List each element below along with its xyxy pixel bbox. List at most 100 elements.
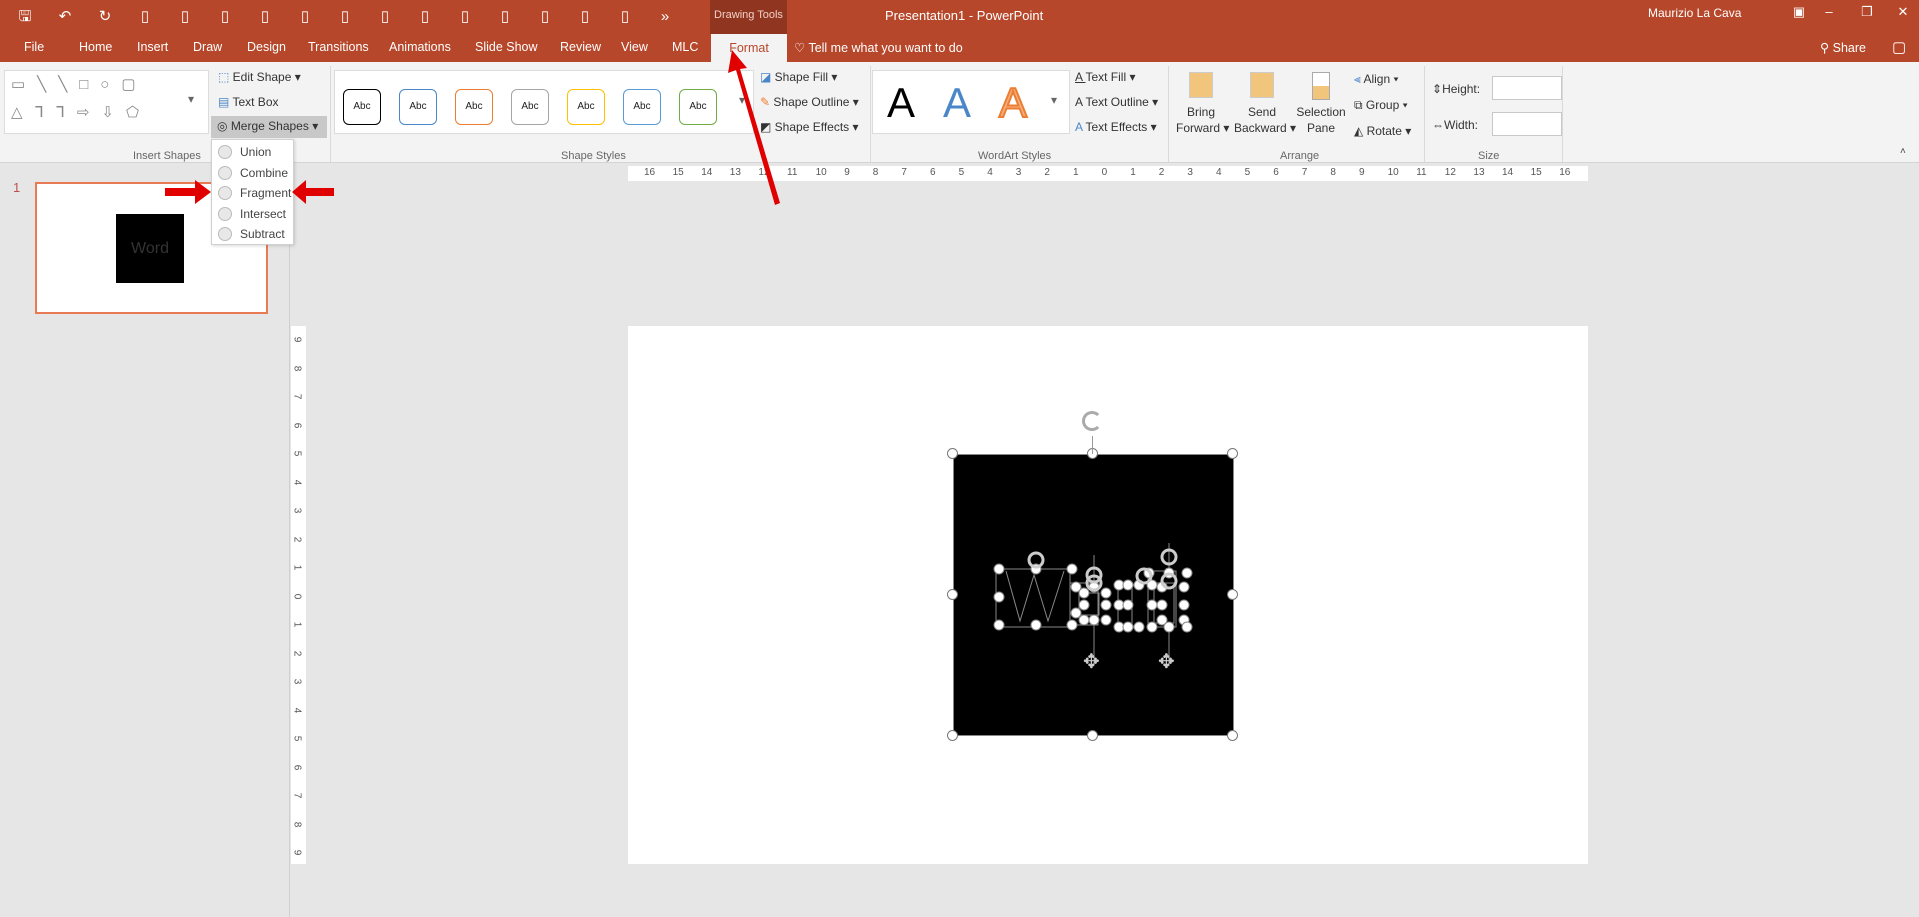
edit-shape-button[interactable]: ⬚ Edit Shape ▾ [218,70,301,84]
bring-front-icon[interactable]: ▯ [492,6,518,28]
edit-point-handle[interactable] [1100,599,1112,611]
gallery-more-icon[interactable]: ▾ [1051,93,1057,107]
edit-point-handle[interactable] [1100,587,1112,599]
edit-point-handle[interactable] [993,619,1005,631]
align-center-icon[interactable]: ▯ [412,6,438,28]
shape-style-swatch[interactable]: Abc [567,89,605,125]
wordart-sample[interactable]: A [943,79,971,127]
selected-black-square-shape[interactable]: ✥ ✥ [953,454,1234,736]
shape-outline-button[interactable]: ✎ Shape Outline ▾ [760,95,859,109]
tab-home[interactable]: Home [79,40,112,54]
edit-point-handle[interactable] [1122,599,1134,611]
tab-file[interactable]: File [24,40,44,54]
menu-item-union[interactable]: Union [212,142,293,162]
tab-slide-show[interactable]: Slide Show [475,40,538,54]
align-top-icon[interactable]: ▯ [332,6,358,28]
edit-point-handle[interactable] [1066,563,1078,575]
edit-point-handle[interactable] [1181,567,1193,579]
shape-style-swatch[interactable]: Abc [623,89,661,125]
gallery-more-icon[interactable]: ▾ [739,93,745,107]
edit-point-handle[interactable] [1178,599,1190,611]
rotate-handle-icon[interactable] [1082,411,1102,431]
tab-animations[interactable]: Animations [389,40,451,54]
send-backward-icon[interactable]: ▯ [212,6,238,28]
resize-handle[interactable] [947,448,958,459]
resize-handle[interactable] [1227,730,1238,741]
shape-gallery[interactable]: ▭╲╲□○▢ △ᒣᒣ⇨⇩⬠ [4,70,209,134]
text-effects-button[interactable]: A Text Effects ▾ [1075,120,1157,134]
wordart-sample[interactable]: A [998,78,1028,127]
tell-me-search[interactable]: ♡ Tell me what you want to do [794,40,963,55]
shape-style-swatch[interactable]: Abc [343,89,381,125]
shape-style-swatch[interactable]: Abc [679,89,717,125]
edit-point-handle[interactable] [1122,621,1134,633]
edit-point-handle[interactable] [1088,614,1100,626]
shape-style-swatch[interactable]: Abc [511,89,549,125]
edit-point-handle[interactable] [993,591,1005,603]
restore-button[interactable]: ❐ [1854,4,1880,20]
tab-design[interactable]: Design [247,40,286,54]
edit-point-handle[interactable] [1070,607,1082,619]
edit-point-handle[interactable] [1133,621,1145,633]
ribbon-display-options-icon[interactable]: ▣ [1786,4,1812,20]
menu-item-subtract[interactable]: Subtract [212,224,293,244]
align-button[interactable]: ⫷ Align ▾ [1354,72,1399,87]
collapse-ribbon-icon[interactable]: ˄ [1900,146,1906,157]
shape-style-swatch[interactable]: Abc [455,89,493,125]
resize-handle[interactable] [1227,589,1238,600]
height-input[interactable] [1492,76,1562,100]
edit-point-handle[interactable] [1181,621,1193,633]
text-fill-button[interactable]: A Text Fill ▾ [1075,70,1136,84]
align-left-icon[interactable]: ▯ [252,6,278,28]
tab-transitions[interactable]: Transitions [308,40,369,54]
edit-point-handle[interactable] [1146,621,1158,633]
comments-icon[interactable]: ▢ [1892,38,1906,56]
undo-icon[interactable]: ↶ [52,6,78,28]
redo-icon[interactable]: ↻ [92,6,118,28]
edit-point-handle[interactable] [1030,619,1042,631]
shape-style-swatch[interactable]: Abc [399,89,437,125]
align-middle-icon[interactable]: ▯ [372,6,398,28]
tab-format[interactable]: Format [711,34,787,62]
fit-icon[interactable]: ▯ [572,6,598,28]
bring-forward-button[interactable]: Bring Forward ▾ [1176,72,1229,136]
shape-fill-button[interactable]: ◪ Shape Fill ▾ [760,70,837,84]
edit-point-handle[interactable] [1078,614,1090,626]
bring-forward-icon[interactable]: ▯ [172,6,198,28]
close-button[interactable]: ✕ [1890,4,1916,20]
menu-item-intersect[interactable]: Intersect [212,204,293,224]
wordart-sample[interactable]: A [887,79,915,127]
resize-handle[interactable] [1087,730,1098,741]
minimize-button[interactable]: – [1816,4,1842,19]
edit-point-handle[interactable] [1146,599,1158,611]
selection-pane-button[interactable]: Selection Pane [1296,72,1346,136]
present-icon[interactable]: ▯ [132,6,158,28]
text-outline-button[interactable]: A Text Outline ▾ [1075,95,1158,109]
more-icon[interactable]: » [652,6,678,28]
resize-handle[interactable] [1227,448,1238,459]
edit-point-handle[interactable] [1156,599,1168,611]
width-input[interactable] [1492,112,1562,136]
align-right-icon[interactable]: ▯ [292,6,318,28]
edit-point-handle[interactable] [1078,587,1090,599]
edit-point-handle[interactable] [1178,581,1190,593]
menu-item-fragment[interactable]: Fragment [212,183,293,203]
tab-draw[interactable]: Draw [193,40,222,54]
edit-point-handle[interactable] [1122,579,1134,591]
gallery-more-icon[interactable]: ▾ [188,92,194,106]
edit-point-handle[interactable] [1100,614,1112,626]
merge-shapes-button[interactable]: ◎ Merge Shapes ▾ [211,116,327,138]
tab-view[interactable]: View [621,40,648,54]
tab-review[interactable]: Review [560,40,601,54]
send-backward-button[interactable]: Send Backward ▾ [1234,72,1296,136]
resize-handle[interactable] [947,589,958,600]
resize-handle[interactable] [947,730,958,741]
save-icon[interactable]: 🖫 [12,6,38,28]
send-back-icon[interactable]: ▯ [532,6,558,28]
edit-point-handle[interactable] [1078,599,1090,611]
tab-insert[interactable]: Insert [137,40,168,54]
align-bottom-icon[interactable]: ▯ [452,6,478,28]
share-button[interactable]: ⚲ Share [1820,40,1866,55]
fragmented-word-shapes[interactable]: ✥ ✥ [954,455,1235,737]
wordart-gallery[interactable]: A A A ▾ [872,70,1070,134]
